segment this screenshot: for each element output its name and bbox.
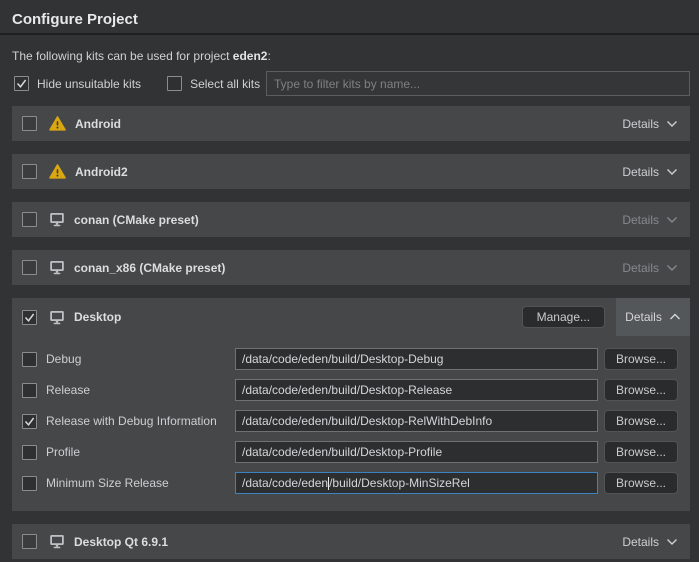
chevron-down-icon [666,264,678,272]
desktop-icon [49,212,65,227]
kit-row-conan[interactable]: conan (CMake preset) Details [12,202,690,237]
kit-block-desktop: Desktop Manage... Details Debug /data/co… [12,298,690,511]
check-icon [15,77,28,90]
browse-button[interactable]: Browse... [604,472,678,494]
desktop-icon [49,260,65,275]
kit-name: Android2 [75,165,128,179]
kit-list: Android Details Android2 Details [0,106,699,559]
build-dir-input[interactable]: /data/code/eden/build/Desktop-RelWithDeb… [235,410,598,432]
kit-name: conan (CMake preset) [74,213,199,227]
kit-row-desktop[interactable]: Desktop Manage... [12,298,690,336]
details-button[interactable]: Details [622,213,678,227]
kit-checkbox[interactable] [22,116,37,131]
kit-name: conan_x86 (CMake preset) [74,261,225,275]
kit-filter-input[interactable] [266,71,690,96]
config-label: Release [46,383,90,397]
desktop-icon [49,534,65,549]
config-row-relwithdebinfo: Release with Debug Information /data/cod… [22,410,678,432]
hide-unsuitable-checkbox[interactable] [14,76,29,91]
page-title: Configure Project [12,11,687,28]
build-dir-input[interactable]: /data/code/eden/build/Desktop-Release [235,379,598,401]
browse-button[interactable]: Browse... [604,410,678,432]
intro-text: The following kits can be used for proje… [12,49,687,63]
chevron-down-icon [666,538,678,546]
browse-button[interactable]: Browse... [604,379,678,401]
config-checkbox[interactable] [22,476,37,491]
kit-row-android2[interactable]: Android2 Details [12,154,690,189]
filter-bar: Hide unsuitable kits Select all kits [14,71,690,96]
warning-icon [49,116,66,131]
desktop-icon [49,310,65,325]
manage-button[interactable]: Manage... [522,306,605,328]
kit-checkbox[interactable] [22,212,37,227]
browse-button[interactable]: Browse... [604,441,678,463]
chevron-up-icon [669,313,681,321]
chevron-down-icon [666,120,678,128]
chevron-down-icon [666,168,678,176]
config-label: Debug [46,352,81,366]
details-button-expanded[interactable]: Details [616,298,690,336]
config-checkbox[interactable] [22,414,37,429]
build-dir-input[interactable]: /data/code/eden/build/Desktop-Debug [235,348,598,370]
config-checkbox[interactable] [22,445,37,460]
details-button[interactable]: Details [622,117,678,131]
config-row-profile: Profile /data/code/eden/build/Desktop-Pr… [22,441,678,463]
details-button[interactable]: Details [622,535,678,549]
configure-project-page: Configure Project The following kits can… [0,11,699,559]
details-button[interactable]: Details [622,165,678,179]
config-label: Release with Debug Information [46,414,217,428]
chevron-down-icon [666,216,678,224]
config-row-minsizerel: Minimum Size Release /data/code/eden/bui… [22,472,678,494]
kit-row-android[interactable]: Android Details [12,106,690,141]
kit-row-conan-x86[interactable]: conan_x86 (CMake preset) Details [12,250,690,285]
config-checkbox[interactable] [22,383,37,398]
config-row-release: Release /data/code/eden/build/Desktop-Re… [22,379,678,401]
kit-checkbox[interactable] [22,164,37,179]
select-all-label[interactable]: Select all kits [190,77,260,91]
title-separator [0,33,699,35]
select-all-checkbox[interactable] [167,76,182,91]
kit-checkbox[interactable] [22,260,37,275]
kit-name: Desktop [74,310,121,324]
kit-name: Desktop Qt 6.9.1 [74,535,168,549]
config-row-debug: Debug /data/code/eden/build/Desktop-Debu… [22,348,678,370]
hide-unsuitable-label[interactable]: Hide unsuitable kits [37,77,141,91]
details-button[interactable]: Details [622,261,678,275]
kit-row-desktop-qt[interactable]: Desktop Qt 6.9.1 Details [12,524,690,559]
kit-checkbox[interactable] [22,310,37,325]
warning-icon [49,164,66,179]
config-checkbox[interactable] [22,352,37,367]
config-label: Profile [46,445,80,459]
kit-name: Android [75,117,121,131]
browse-button[interactable]: Browse... [604,348,678,370]
kit-checkbox[interactable] [22,534,37,549]
build-dir-input-focused[interactable]: /data/code/eden/build/Desktop-MinSizeRel [235,472,598,494]
build-dir-input[interactable]: /data/code/eden/build/Desktop-Profile [235,441,598,463]
project-name: eden2 [233,49,268,63]
config-label: Minimum Size Release [46,476,169,490]
